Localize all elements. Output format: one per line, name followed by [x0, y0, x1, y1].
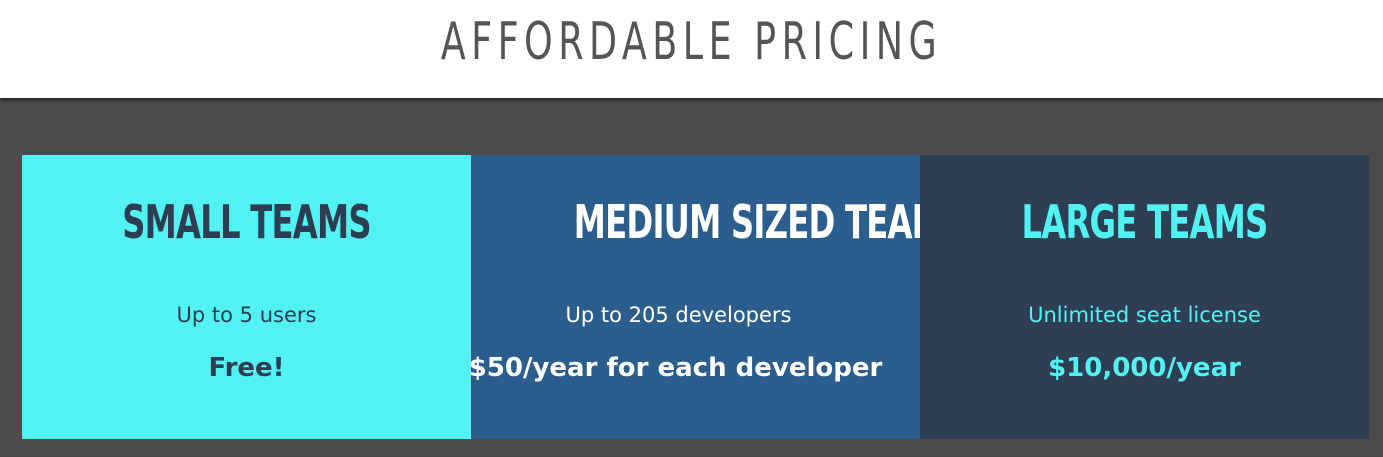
page-header: AFFORDABLE PRICING — [0, 0, 1383, 98]
plan-description: Up to 205 developers — [565, 303, 792, 327]
plan-price: Free! — [208, 353, 285, 383]
plan-description: Unlimited seat license — [1028, 303, 1261, 327]
plan-title: LARGE TEAMS — [1021, 195, 1268, 249]
pricing-card-large-teams: LARGE TEAMS Unlimited seat license $10,0… — [920, 155, 1369, 439]
pricing-card-medium-teams: MEDIUM SIZED TEAMS Up to 205 developers … — [469, 155, 966, 439]
plan-description: Up to 5 users — [176, 303, 317, 327]
plan-title: SMALL TEAMS — [122, 195, 371, 249]
plan-price: $50/year for each developer — [468, 353, 883, 383]
pricing-card-small-teams: SMALL TEAMS Up to 5 users Free! — [22, 155, 471, 439]
page-title: AFFORDABLE PRICING — [440, 12, 943, 72]
plan-price: $10,000/year — [1048, 353, 1241, 383]
plan-title: MEDIUM SIZED TEAMS — [573, 195, 966, 249]
pricing-cards: SMALL TEAMS Up to 5 users Free! MEDIUM S… — [22, 155, 1369, 439]
pricing-page: AFFORDABLE PRICING SMALL TEAMS Up to 5 u… — [0, 0, 1383, 457]
